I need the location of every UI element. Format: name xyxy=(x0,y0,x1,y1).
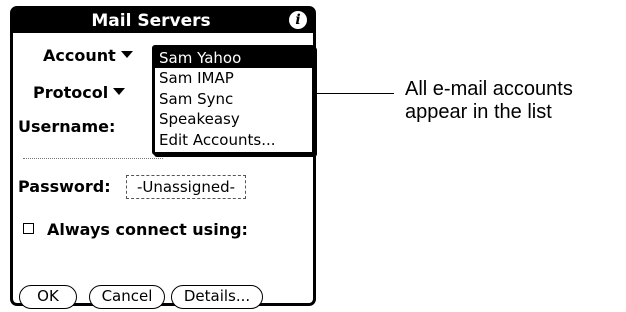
callout-line-1: All e-mail accounts xyxy=(405,78,573,100)
protocol-label: Protocol xyxy=(33,83,109,102)
details-button[interactable]: Details... xyxy=(171,285,263,309)
ok-button[interactable]: OK xyxy=(19,285,77,309)
account-picker[interactable]: Account xyxy=(43,46,133,65)
page-title: Mail Servers xyxy=(91,11,211,31)
list-item-sam-sync[interactable]: Sam Sync xyxy=(155,89,312,109)
triangle-down-icon xyxy=(113,88,126,95)
list-item-speakeasy[interactable]: Speakeasy xyxy=(155,109,312,129)
protocol-picker[interactable]: Protocol xyxy=(33,83,126,102)
callout-line-2: appear in the list xyxy=(405,101,552,123)
password-label: Password: xyxy=(18,177,111,196)
list-item-sam-imap[interactable]: Sam IMAP xyxy=(155,68,312,88)
account-dropdown-list: Sam Yahoo Sam IMAP Sam Sync Speakeasy Ed… xyxy=(152,45,315,155)
cancel-button[interactable]: Cancel xyxy=(89,285,165,309)
password-field[interactable]: -Unassigned- xyxy=(126,175,246,199)
account-label: Account xyxy=(43,46,116,65)
info-icon[interactable]: i xyxy=(289,11,307,29)
always-connect-checkbox[interactable] xyxy=(23,223,34,234)
username-label: Username: xyxy=(18,117,116,136)
always-connect-label: Always connect using: xyxy=(47,220,248,239)
callout-text: All e-mail accounts appear in the list xyxy=(405,78,573,124)
triangle-down-icon xyxy=(120,51,133,58)
list-item-edit-accounts[interactable]: Edit Accounts... xyxy=(155,130,312,150)
username-field[interactable] xyxy=(23,158,163,159)
callout-line xyxy=(316,93,394,94)
title-bar: Mail Servers i xyxy=(13,9,313,33)
list-item-sam-yahoo[interactable]: Sam Yahoo xyxy=(155,48,312,69)
